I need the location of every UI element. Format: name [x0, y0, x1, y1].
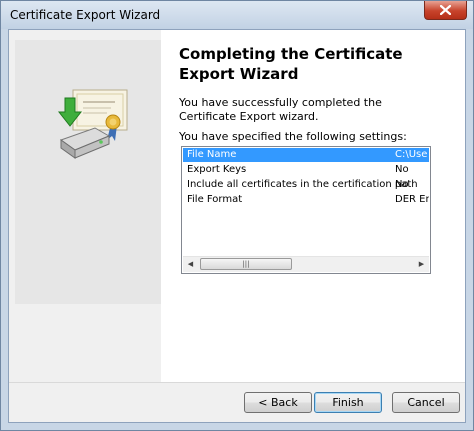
certificate-export-icon — [57, 89, 128, 159]
setting-name: Include all certificates in the certific… — [187, 179, 418, 190]
list-item[interactable]: File Format DER En — [183, 193, 429, 207]
list-item[interactable]: Export Keys No — [183, 163, 429, 177]
scroll-right-button[interactable]: ▶ — [414, 257, 429, 272]
back-button[interactable]: < Back — [244, 392, 312, 413]
finish-button[interactable]: Finish — [314, 392, 382, 413]
title-bar[interactable]: Certificate Export Wizard — [1, 1, 473, 29]
window-title: Certificate Export Wizard — [10, 8, 161, 22]
close-button[interactable] — [424, 1, 467, 20]
completion-message: You have successfully completed the Cert… — [179, 96, 382, 123]
list-item[interactable]: Include all certificates in the certific… — [183, 178, 429, 192]
settings-list[interactable]: File Name C:\Use Export Keys No Include … — [181, 146, 431, 274]
setting-name: File Format — [187, 194, 243, 205]
setting-value: No — [395, 179, 409, 190]
close-icon — [440, 5, 451, 15]
scroll-left-button[interactable]: ◀ — [183, 257, 198, 272]
settings-label: You have specified the following setting… — [179, 130, 407, 143]
right-arrow-icon: ▶ — [418, 260, 425, 268]
wizard-side-panel — [15, 40, 161, 304]
wizard-window: Certificate Export Wizard Completing the… — [0, 0, 474, 431]
list-item[interactable]: File Name C:\Use — [183, 148, 429, 162]
wizard-client-area: Completing the Certificate Export Wizard… — [8, 29, 466, 423]
scroll-thumb[interactable]: ||| — [200, 258, 292, 270]
setting-name: File Name — [187, 149, 237, 160]
setting-value: DER En — [395, 194, 429, 205]
setting-value: C:\Use — [395, 149, 428, 160]
setting-name: Export Keys — [187, 164, 247, 175]
setting-value: No — [395, 164, 409, 175]
page-title: Completing the Certificate Export Wizard — [179, 45, 403, 83]
cancel-button[interactable]: Cancel — [392, 392, 460, 413]
footer-divider — [9, 382, 465, 383]
left-arrow-icon: ◀ — [187, 260, 194, 268]
horizontal-scrollbar[interactable]: ◀ ||| ▶ — [183, 256, 429, 272]
